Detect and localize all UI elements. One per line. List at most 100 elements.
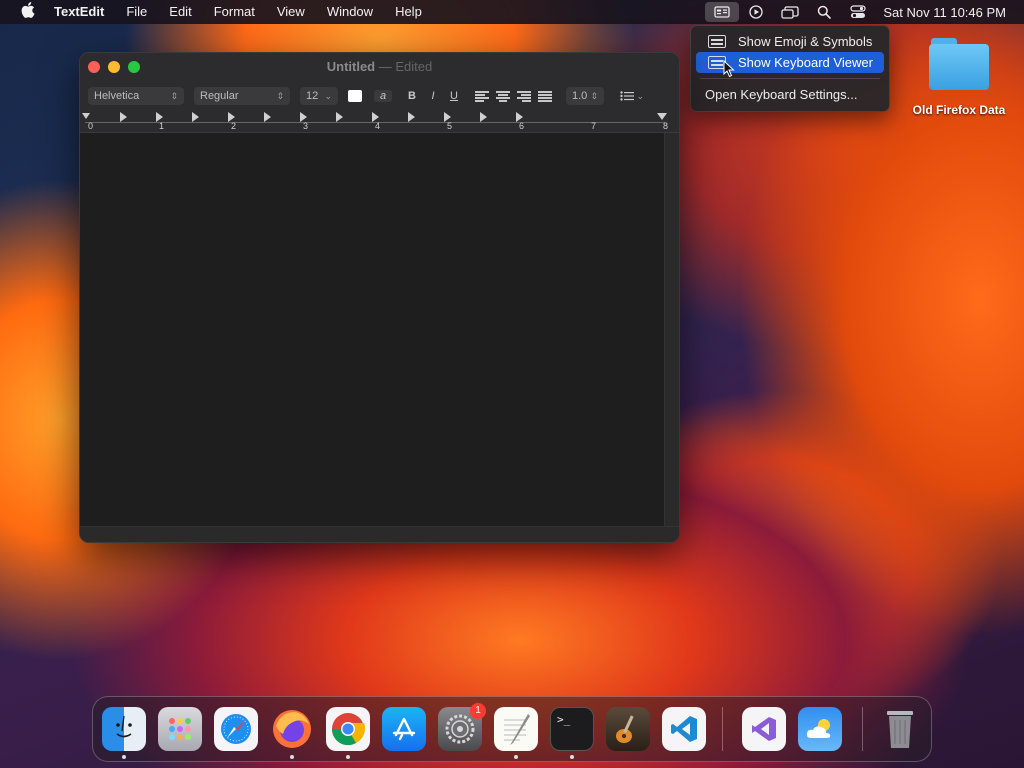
tab-stop[interactable]: [408, 112, 415, 122]
desktop-folder[interactable]: Old Firefox Data: [906, 38, 1012, 117]
font-size-combo[interactable]: 12 ⌄: [300, 87, 338, 105]
chrome-icon[interactable]: [326, 707, 370, 751]
ruler-number: 1: [159, 121, 165, 131]
font-size-value: 12: [306, 90, 319, 102]
chevron-updown-icon: ⇕: [590, 90, 598, 101]
tab-stop[interactable]: [336, 112, 343, 122]
font-family-select[interactable]: Helvetica ⇕: [88, 87, 184, 105]
safari-icon[interactable]: [214, 707, 258, 751]
show-keyboard-viewer-label: Show Keyboard Viewer: [738, 55, 873, 70]
vscode-icon[interactable]: [662, 707, 706, 751]
menu-file[interactable]: File: [126, 0, 147, 24]
text-color-well[interactable]: [348, 90, 362, 102]
desktop-folder-label: Old Firefox Data: [912, 103, 1006, 117]
weather-icon[interactable]: [798, 707, 842, 751]
system-settings-icon[interactable]: 1: [438, 703, 486, 751]
input-menu-icon[interactable]: [705, 2, 740, 22]
document-status: Edited: [395, 59, 433, 74]
chevron-updown-icon: ⇕: [276, 90, 284, 101]
textedit-window: Untitled — Edited Helvetica ⇕ Regular ⇕ …: [79, 52, 680, 543]
align-center-icon[interactable]: [496, 91, 510, 102]
folder-icon: [929, 38, 989, 90]
format-toolbar: Helvetica ⇕ Regular ⇕ 12 ⌄ a B I U 1.0 ⇕…: [80, 81, 679, 111]
tab-stop[interactable]: [480, 112, 487, 122]
ruler-number: 8: [663, 121, 669, 131]
tab-stop[interactable]: [120, 112, 127, 122]
align-justify-icon[interactable]: [538, 91, 552, 102]
font-family-value: Helvetica: [94, 90, 140, 102]
chevron-down-icon: ⌄: [636, 90, 644, 101]
ruler-number: 2: [231, 121, 237, 131]
window-title: Untitled — Edited: [80, 59, 679, 74]
document-name[interactable]: Untitled: [327, 59, 375, 74]
apple-menu-icon[interactable]: [18, 2, 38, 22]
highlight-color-button[interactable]: a: [374, 90, 392, 102]
running-indicator: [122, 755, 126, 759]
running-indicator: [290, 755, 294, 759]
line-spacing-select[interactable]: 1.0 ⇕: [566, 87, 604, 105]
underline-button[interactable]: U: [445, 90, 463, 102]
spotlight-search-icon[interactable]: [807, 0, 841, 24]
document-text-area[interactable]: [80, 133, 666, 528]
play-circle-icon[interactable]: [739, 0, 773, 24]
terminal-icon[interactable]: >_: [550, 707, 594, 751]
screen-mirroring-icon[interactable]: [773, 0, 807, 24]
menu-bar-clock[interactable]: Sat Nov 11 10:46 PM: [883, 5, 1006, 20]
font-style-value: Regular: [200, 90, 239, 102]
finder-icon[interactable]: [102, 707, 146, 751]
bold-button[interactable]: B: [403, 90, 421, 102]
window-titlebar[interactable]: Untitled — Edited: [80, 53, 679, 81]
ruler-number: 4: [375, 121, 381, 131]
menu-app-name[interactable]: TextEdit: [54, 0, 104, 24]
garageband-icon[interactable]: [606, 707, 650, 751]
menu-edit[interactable]: Edit: [169, 0, 191, 24]
mouse-cursor-icon: [723, 60, 735, 78]
align-right-icon[interactable]: [517, 91, 531, 102]
menu-bar: TextEdit File Edit Format View Window He…: [0, 0, 1024, 24]
font-style-select[interactable]: Regular ⇕: [194, 87, 290, 105]
line-spacing-value: 1.0: [572, 90, 588, 102]
ruler-number: 0: [88, 121, 94, 131]
ruler-number: 7: [591, 121, 597, 131]
menu-window[interactable]: Window: [327, 0, 373, 24]
list-style-select[interactable]: ⌄: [614, 87, 650, 105]
ruler-number: 3: [303, 121, 309, 131]
dock-divider: [862, 707, 863, 751]
dock-divider: [722, 707, 723, 751]
menu-help[interactable]: Help: [395, 0, 422, 24]
italic-button[interactable]: I: [424, 90, 442, 102]
notification-badge: 1: [470, 703, 486, 719]
align-left-icon[interactable]: [475, 91, 489, 102]
ruler-margin-marker[interactable]: [82, 113, 90, 119]
show-emoji-symbols-item[interactable]: Show Emoji & Symbols: [696, 31, 884, 52]
menu-separator: [700, 78, 880, 79]
dock: 1 >_: [92, 696, 932, 762]
ruler[interactable]: 0 1 2 3 4 5 6 7 8: [80, 111, 679, 133]
app-store-icon[interactable]: [382, 707, 426, 751]
textedit-icon[interactable]: [494, 707, 538, 751]
firefox-icon[interactable]: [270, 707, 314, 751]
tab-stop[interactable]: [264, 112, 271, 122]
ruler-number: 5: [447, 121, 453, 131]
chevron-down-icon: ⌄: [324, 90, 332, 101]
visual-studio-icon[interactable]: [742, 707, 786, 751]
menu-view[interactable]: View: [277, 0, 305, 24]
horizontal-scrollbar[interactable]: [80, 526, 679, 542]
tab-stop[interactable]: [192, 112, 199, 122]
ruler-right-margin-marker[interactable]: [657, 113, 667, 120]
show-emoji-symbols-label: Show Emoji & Symbols: [738, 34, 873, 49]
open-keyboard-settings-item[interactable]: Open Keyboard Settings...: [696, 84, 884, 105]
title-separator: —: [378, 59, 392, 74]
trash-icon[interactable]: [878, 707, 922, 751]
input-menu-dropdown: Show Emoji & Symbols Show Keyboard Viewe…: [690, 25, 890, 112]
running-indicator: [570, 755, 574, 759]
menu-format[interactable]: Format: [214, 0, 255, 24]
launchpad-icon[interactable]: [158, 707, 202, 751]
control-center-icon[interactable]: [841, 0, 875, 24]
vertical-scrollbar[interactable]: [664, 133, 679, 528]
running-indicator: [514, 755, 518, 759]
emoji-symbols-icon: [708, 35, 726, 48]
running-indicator: [346, 755, 350, 759]
ruler-number: 6: [519, 121, 525, 131]
chevron-updown-icon: ⇕: [170, 90, 178, 101]
